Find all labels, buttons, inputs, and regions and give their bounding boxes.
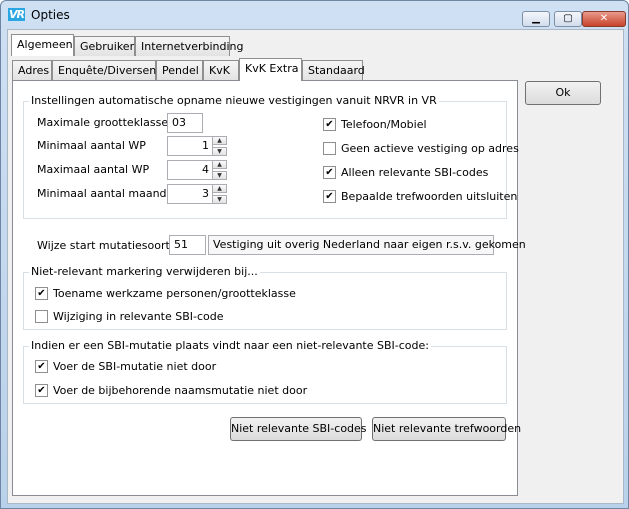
naamsmutatie-niet-door-label[interactable]: Voer de bijbehorende naamsmutatie niet d… [53, 384, 307, 397]
checkbox-box[interactable] [35, 310, 48, 323]
tab-algemeen[interactable]: Algemeen [11, 34, 74, 56]
minimize-button[interactable]: ▁ [522, 11, 550, 27]
trefwoorden-uitsluiten-label[interactable]: Bepaalde trefwoorden uitsluiten [341, 190, 517, 203]
maximize-icon: ▢ [563, 13, 573, 24]
sbi-mutatie-niet-door-label[interactable]: Voer de SBI-mutatie niet door [53, 360, 216, 373]
toename-werkzame-personen-label[interactable]: Toename werkzame personen/grootteklasse [53, 287, 296, 300]
title-bar[interactable]: VR Opties ▁ ▢ ✕ [1, 1, 628, 29]
checkbox-box[interactable]: ✔ [35, 384, 48, 397]
group-automatische-opname-label: Instellingen automatische opname nieuwe … [29, 94, 439, 107]
ok-button[interactable]: Ok [525, 81, 601, 105]
spin-down-icon[interactable]: ▼ [212, 147, 227, 156]
max-wp-spin[interactable]: ▲ ▼ [212, 160, 227, 180]
app-icon: VR [8, 8, 25, 21]
niet-relevante-sbi-codes-button[interactable]: Niet relevante SBI-codes [230, 417, 367, 441]
min-wp-label: Minimaal aantal WP [37, 139, 146, 152]
tab-enquete-diversen[interactable]: Enquête/Diversen [52, 60, 156, 80]
min-maanden-spin[interactable]: ▲ ▼ [212, 184, 227, 204]
max-wp-stepper[interactable]: 4 ▲ ▼ [167, 160, 227, 180]
wijziging-relevante-sbi-label[interactable]: Wijziging in relevante SBI-code [53, 310, 224, 323]
spin-down-icon[interactable]: ▼ [212, 171, 227, 180]
checkbox-box[interactable]: ✔ [35, 287, 48, 300]
checkbox-box[interactable]: ✔ [323, 190, 336, 203]
group-sbi-mutatie-label: Indien er een SBI-mutatie plaats vindt n… [29, 339, 431, 352]
checkbox-box[interactable]: ✔ [35, 360, 48, 373]
min-maanden-value[interactable]: 3 [167, 184, 213, 204]
checkbox-box[interactable]: ✔ [323, 166, 336, 179]
group-automatische-opname: Instellingen automatische opname nieuwe … [23, 94, 519, 219]
group-niet-relevant-markering: Niet-relevant markering verwijderen bij.… [23, 265, 507, 330]
min-wp-value[interactable]: 1 [167, 136, 213, 156]
tab-standaard[interactable]: Standaard [302, 60, 365, 80]
min-maanden-stepper[interactable]: 3 ▲ ▼ [167, 184, 227, 204]
tab-gebruiker[interactable]: Gebruiker [74, 36, 135, 56]
tab-internetverbinding[interactable]: Internetverbinding [135, 36, 243, 56]
mutatiesoort-code-input[interactable]: 51 [169, 235, 206, 255]
tab-kvk[interactable]: KvK [203, 60, 239, 80]
max-wp-value[interactable]: 4 [167, 160, 213, 180]
maximize-button[interactable]: ▢ [554, 11, 582, 27]
group-niet-relevant-markering-label: Niet-relevant markering verwijderen bij.… [29, 265, 260, 278]
spin-down-icon[interactable]: ▼ [212, 195, 227, 204]
min-maanden-label: Minimaal aantal maanden [37, 187, 181, 200]
geen-actieve-vestiging-label[interactable]: Geen actieve vestiging op adres [341, 142, 519, 155]
spin-up-icon[interactable]: ▲ [212, 184, 227, 193]
dialog-client: Algemeen Gebruiker Internetverbinding Ad… [7, 29, 624, 504]
alleen-relevante-sbi-label[interactable]: Alleen relevante SBI-codes [341, 166, 488, 179]
checkbox-box[interactable] [323, 142, 336, 155]
close-button[interactable]: ✕ [582, 11, 626, 27]
mutatiesoort-description: Vestiging uit overig Nederland naar eige… [208, 235, 526, 255]
window-title: Opties [31, 8, 70, 22]
spin-up-icon[interactable]: ▲ [212, 160, 227, 169]
options-window: VR Opties ▁ ▢ ✕ Algemeen Gebruiker Inter… [0, 0, 629, 509]
max-grootteklasse-input[interactable]: 03 [167, 113, 203, 133]
min-wp-spin[interactable]: ▲ ▼ [212, 136, 227, 156]
minimize-icon: ▁ [532, 13, 540, 24]
max-wp-label: Maximaal aantal WP [37, 163, 150, 176]
niet-relevante-trefwoorden-button[interactable]: Niet relevante trefwoorden [372, 417, 521, 441]
tab-panel-kvk-extra: Instellingen automatische opname nieuwe … [12, 80, 526, 496]
telefoon-mobiel-label[interactable]: Telefoon/Mobiel [341, 118, 427, 131]
max-grootteklasse-label: Maximale grootteklasse [37, 116, 169, 129]
mutatiesoort-label: Wijze start mutatiesoort B [37, 239, 181, 252]
group-sbi-mutatie: Indien er een SBI-mutatie plaats vindt n… [23, 339, 507, 404]
tab-kvk-extra[interactable]: KvK Extra [239, 58, 302, 81]
tab-adres[interactable]: Adres [12, 60, 52, 80]
min-wp-stepper[interactable]: 1 ▲ ▼ [167, 136, 227, 156]
tab-pendel[interactable]: Pendel [156, 60, 203, 80]
checkbox-box[interactable]: ✔ [323, 118, 336, 131]
close-icon: ✕ [599, 13, 609, 24]
spin-up-icon[interactable]: ▲ [212, 136, 227, 145]
